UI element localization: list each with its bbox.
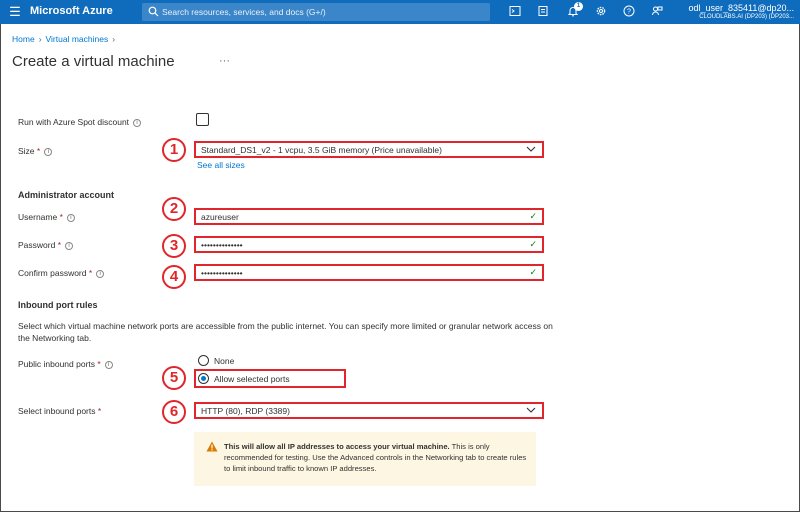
directory-filter-icon[interactable] — [536, 5, 550, 19]
confirm-password-text: Confirm password — [18, 268, 87, 278]
page-title: Create a virtual machine — [12, 53, 175, 70]
inbound-section-heading: Inbound port rules — [18, 300, 98, 310]
chevron-right-icon: › — [38, 34, 42, 44]
select-ports-text: Select inbound ports — [18, 406, 96, 416]
callout-2: 2 — [162, 197, 186, 221]
callout-4: 4 — [162, 265, 186, 289]
more-options-icon[interactable]: ··· — [219, 55, 230, 67]
info-icon[interactable]: i — [104, 360, 113, 369]
required-mark: * — [57, 240, 62, 250]
info-icon[interactable]: i — [96, 269, 105, 278]
public-ports-text: Public inbound ports — [18, 359, 96, 369]
feedback-icon[interactable] — [650, 5, 664, 19]
password-text: Password — [18, 240, 56, 250]
azure-top-bar: ☰ Microsoft Azure Search resources, serv… — [0, 0, 800, 24]
checkmark-icon: ✓ — [529, 267, 537, 277]
confirm-password-value: •••••••••••••• — [201, 268, 243, 278]
required-mark: * — [97, 359, 101, 369]
radio-none-label[interactable]: None — [214, 356, 234, 366]
inbound-description: Select which virtual machine network por… — [18, 321, 553, 343]
size-value: Standard_DS1_v2 - 1 vcpu, 3.5 GiB memory… — [201, 145, 442, 155]
see-all-sizes-link[interactable]: See all sizes — [197, 160, 245, 170]
gear-icon[interactable] — [594, 5, 608, 19]
warning-icon — [206, 441, 218, 452]
checkmark-icon: ✓ — [529, 211, 537, 221]
user-tenant: CLOUDLABS.AI (DP203) (DP203... — [699, 14, 794, 20]
chevron-down-icon — [526, 404, 536, 419]
global-search-input[interactable]: Search resources, services, and docs (G+… — [142, 3, 490, 21]
spot-discount-label: Run with Azure Spot discount i — [18, 117, 142, 127]
callout-5: 5 — [162, 366, 186, 390]
info-icon[interactable]: i — [44, 147, 53, 156]
notification-badge: 1 — [574, 2, 583, 11]
required-mark: * — [36, 146, 41, 156]
callout-3: 3 — [162, 234, 186, 258]
hamburger-icon[interactable]: ☰ — [8, 5, 22, 19]
svg-text:?: ? — [627, 9, 631, 16]
username-label: Username * i — [18, 212, 75, 222]
confirm-password-label: Confirm password * i — [18, 268, 105, 278]
radio-allow-label[interactable]: Allow selected ports — [214, 374, 290, 384]
account-menu[interactable]: odl_user_835411@dp20... CLOUDLABS.AI (DP… — [688, 3, 794, 20]
warning-text: This will allow all IP addresses to acce… — [224, 441, 529, 474]
username-input[interactable]: azureuser ✓ — [194, 208, 544, 225]
info-icon[interactable]: i — [66, 213, 75, 222]
search-icon — [148, 6, 159, 17]
select-ports-value: HTTP (80), RDP (3389) — [201, 406, 290, 416]
help-icon[interactable]: ? — [622, 5, 636, 19]
search-placeholder: Search resources, services, and docs (G+… — [162, 7, 326, 17]
breadcrumb-home[interactable]: Home — [12, 34, 35, 44]
radio-allow-selected-ports[interactable] — [198, 373, 209, 384]
checkmark-icon: ✓ — [529, 239, 537, 249]
confirm-password-input[interactable]: •••••••••••••• ✓ — [194, 264, 544, 281]
password-label: Password * i — [18, 240, 74, 250]
public-ports-label: Public inbound ports * i — [18, 359, 113, 369]
warning-bold-text: This will allow all IP addresses to acce… — [224, 442, 450, 451]
info-icon[interactable]: i — [133, 118, 142, 127]
password-input[interactable]: •••••••••••••• ✓ — [194, 236, 544, 253]
spot-discount-checkbox[interactable] — [196, 113, 209, 126]
callout-6: 6 — [162, 400, 186, 424]
required-mark: * — [97, 406, 102, 416]
required-mark: * — [88, 268, 93, 278]
size-dropdown[interactable]: Standard_DS1_v2 - 1 vcpu, 3.5 GiB memory… — [194, 141, 544, 158]
required-mark: * — [59, 212, 63, 222]
username-value: azureuser — [201, 212, 239, 222]
callout-1: 1 — [162, 138, 186, 162]
select-ports-label: Select inbound ports * — [18, 406, 101, 416]
warning-message: This will allow all IP addresses to acce… — [194, 432, 536, 486]
size-text: Size — [18, 146, 35, 156]
username-text: Username — [18, 212, 58, 222]
breadcrumb: Home › Virtual machines › — [12, 34, 119, 44]
chevron-down-icon — [526, 143, 536, 158]
breadcrumb-virtual-machines[interactable]: Virtual machines — [46, 34, 109, 44]
user-name: odl_user_835411@dp20... — [688, 3, 794, 13]
radio-none[interactable] — [198, 355, 209, 366]
password-value: •••••••••••••• — [201, 240, 243, 250]
brand-title[interactable]: Microsoft Azure — [30, 5, 113, 17]
admin-section-heading: Administrator account — [18, 190, 115, 200]
select-ports-dropdown[interactable]: HTTP (80), RDP (3389) — [194, 402, 544, 419]
cloud-shell-icon[interactable] — [508, 5, 522, 19]
spot-discount-text: Run with Azure Spot discount — [18, 117, 130, 127]
info-icon[interactable]: i — [65, 241, 74, 250]
size-label: Size * i — [18, 146, 53, 156]
chevron-right-icon: › — [112, 34, 116, 44]
